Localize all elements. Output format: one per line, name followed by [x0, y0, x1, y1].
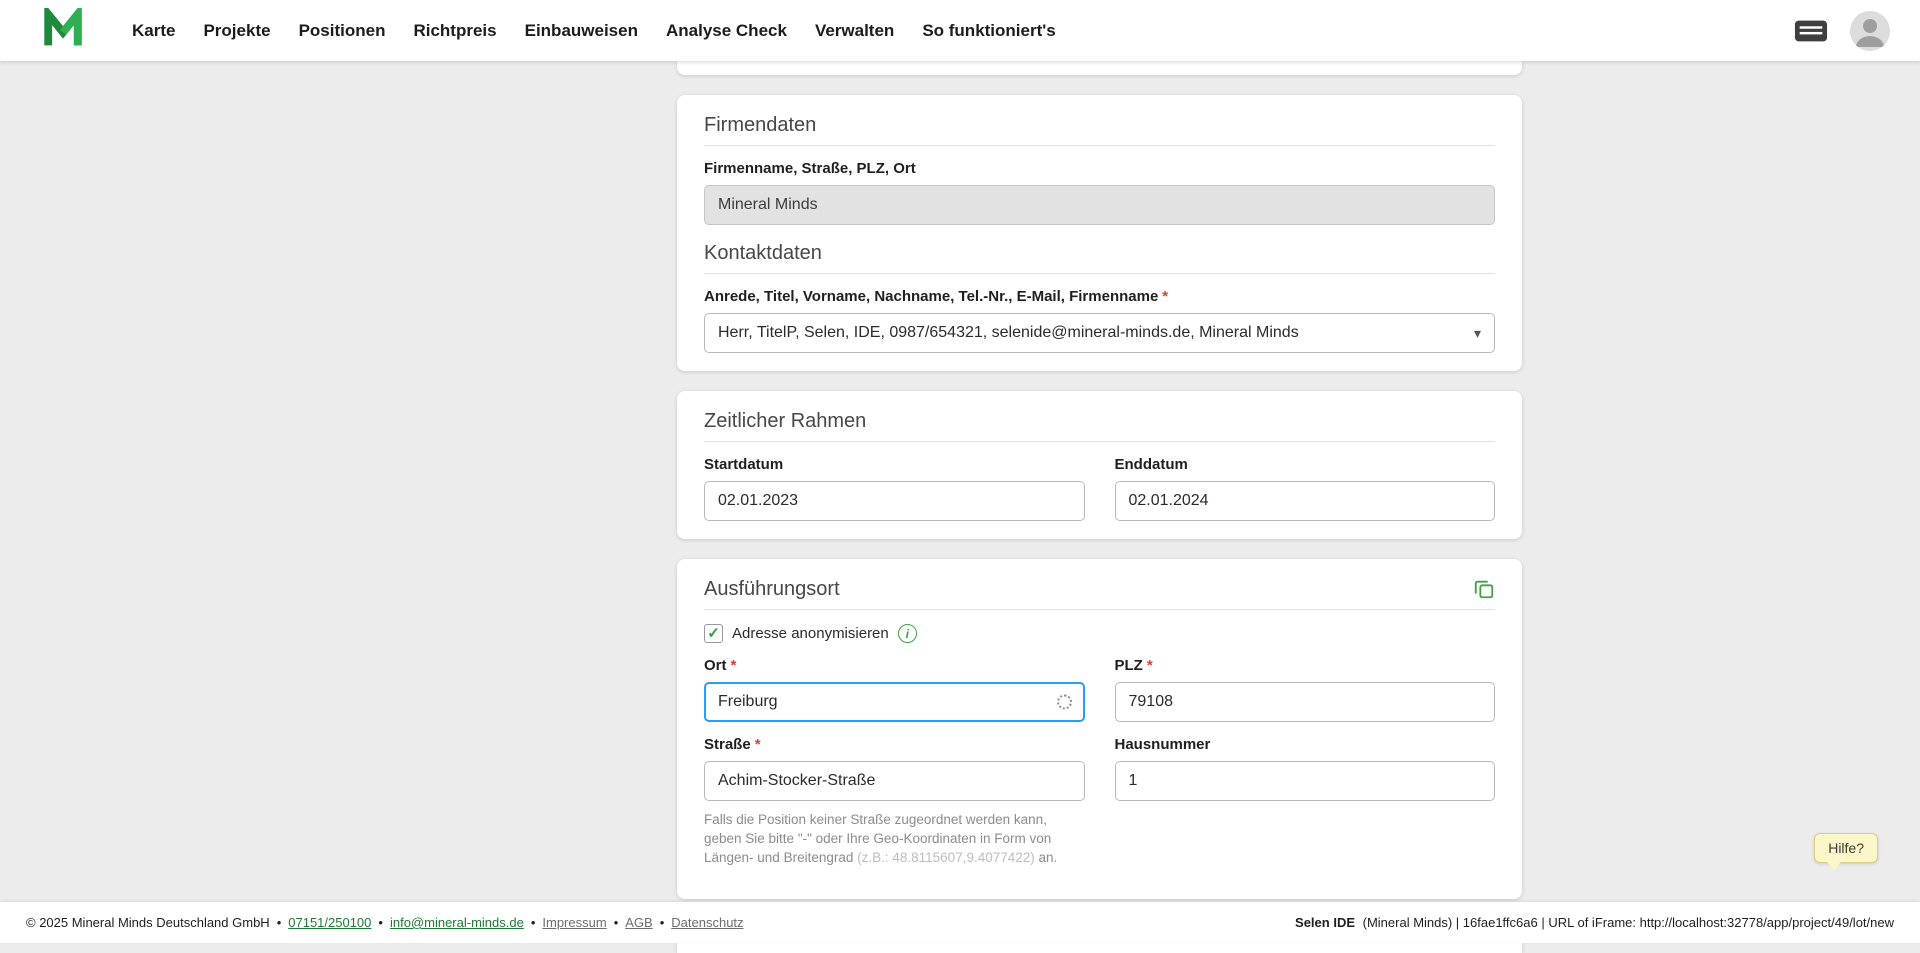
copyright-text: © 2025 Mineral Minds Deutschland GmbH: [26, 915, 270, 930]
plz-label-text: PLZ: [1115, 657, 1143, 674]
ort-label: Ort*: [704, 657, 1085, 675]
kontaktdaten-title: Kontaktdaten: [704, 241, 1495, 265]
strasse-label-text: Straße: [704, 736, 751, 753]
loading-spinner-icon: [1057, 695, 1072, 710]
email-link[interactable]: info@mineral-minds.de: [390, 915, 524, 930]
nav-item-positionen[interactable]: Positionen: [299, 21, 386, 41]
strasse-hint-suffix: an.: [1035, 850, 1058, 865]
kontakt-select-value: Herr, TitelP, Selen, IDE, 0987/654321, s…: [718, 324, 1299, 342]
logo[interactable]: [42, 8, 84, 53]
plz-label: PLZ*: [1115, 657, 1496, 675]
checkmark-icon: ✓: [707, 626, 720, 641]
anonymize-label: Adresse anonymisieren: [732, 625, 889, 642]
user-avatar-icon[interactable]: [1850, 11, 1890, 51]
nav-item-verwalten[interactable]: Verwalten: [815, 21, 894, 41]
required-asterisk: *: [755, 736, 761, 753]
hausnummer-field[interactable]: [1115, 761, 1496, 801]
firmenname-label-text: Firmenname, Straße, PLZ, Ort: [704, 160, 916, 177]
divider: [704, 273, 1495, 274]
separator: •: [660, 915, 665, 930]
datenschutz-link[interactable]: Datenschutz: [671, 915, 743, 930]
ort-label-text: Ort: [704, 657, 727, 674]
ide-name: Selen IDE: [1295, 915, 1355, 930]
card-fragment-top: [677, 61, 1522, 75]
nav-right: [1794, 11, 1890, 51]
zeitraum-title: Zeitlicher Rahmen: [704, 409, 1495, 433]
ausfuehrungsort-title: Ausführungsort: [704, 577, 840, 601]
nav-item-so-funktionierts[interactable]: So funktioniert's: [922, 21, 1055, 41]
separator: •: [378, 915, 383, 930]
enddatum-label-text: Enddatum: [1115, 456, 1188, 473]
main-content: Firmendaten Firmenname, Straße, PLZ, Ort…: [677, 61, 1522, 953]
startdatum-label: Startdatum: [704, 456, 1085, 474]
firmenname-field: [704, 185, 1495, 225]
nav-menu: Karte Projekte Positionen Richtpreis Ein…: [132, 21, 1056, 41]
strasse-hint: Falls die Position keiner Straße zugeord…: [704, 810, 1085, 867]
ort-field[interactable]: [704, 682, 1085, 722]
separator: •: [614, 915, 619, 930]
firmendaten-title: Firmendaten: [704, 113, 1495, 137]
divider: [704, 609, 1495, 610]
chevron-down-icon: ▾: [1474, 325, 1481, 342]
separator: •: [277, 915, 282, 930]
startdatum-label-text: Startdatum: [704, 456, 783, 473]
strasse-label: Straße*: [704, 736, 1085, 754]
anonymize-row: ✓ Adresse anonymisieren i: [704, 624, 1495, 643]
hausnummer-label: Hausnummer: [1115, 736, 1496, 754]
strasse-field[interactable]: [704, 761, 1085, 801]
kontakt-select[interactable]: Herr, TitelP, Selen, IDE, 0987/654321, s…: [704, 313, 1495, 353]
info-icon[interactable]: i: [898, 624, 917, 643]
anonymize-checkbox[interactable]: ✓: [704, 624, 723, 643]
required-asterisk: *: [1147, 657, 1153, 674]
copy-icon[interactable]: [1473, 578, 1495, 600]
help-button[interactable]: Hilfe?: [1814, 833, 1878, 863]
enddatum-label: Enddatum: [1115, 456, 1496, 474]
plz-field[interactable]: [1115, 682, 1496, 722]
agb-link[interactable]: AGB: [625, 915, 652, 930]
kontakt-label: Anrede, Titel, Vorname, Nachname, Tel.-N…: [704, 288, 1495, 306]
separator: •: [531, 915, 536, 930]
strasse-hint-coords: (z.B.: 48.8115607,9.4077422): [857, 850, 1035, 865]
startdatum-field[interactable]: [704, 481, 1085, 521]
nav-item-analyse-check[interactable]: Analyse Check: [666, 21, 787, 41]
footer-left: © 2025 Mineral Minds Deutschland GmbH • …: [26, 915, 744, 930]
required-asterisk: *: [731, 657, 737, 674]
firmenname-label: Firmenname, Straße, PLZ, Ort: [704, 160, 1495, 178]
top-nav: Karte Projekte Positionen Richtpreis Ein…: [0, 0, 1920, 61]
divider: [704, 145, 1495, 146]
footer: © 2025 Mineral Minds Deutschland GmbH • …: [0, 902, 1920, 943]
nav-item-projekte[interactable]: Projekte: [203, 21, 270, 41]
hausnummer-label-text: Hausnummer: [1115, 736, 1211, 753]
footer-status: Selen IDE (Mineral Minds) | 16fae1ffc6a6…: [1295, 915, 1894, 930]
server-icon[interactable]: [1794, 18, 1828, 44]
ausfuehrungsort-card: Ausführungsort ✓ Adresse anonymisieren i…: [677, 559, 1522, 899]
firmendaten-card: Firmendaten Firmenname, Straße, PLZ, Ort…: [677, 95, 1522, 371]
enddatum-field[interactable]: [1115, 481, 1496, 521]
ide-details: (Mineral Minds) | 16fae1ffc6a6 | URL of …: [1363, 915, 1894, 930]
brand-logo-icon: [42, 8, 84, 53]
kontakt-label-text: Anrede, Titel, Vorname, Nachname, Tel.-N…: [704, 288, 1158, 305]
ort-field-wrap: [704, 682, 1085, 722]
nav-item-richtpreis[interactable]: Richtpreis: [413, 21, 496, 41]
zeitraum-card: Zeitlicher Rahmen Startdatum Enddatum: [677, 391, 1522, 539]
required-asterisk: *: [1162, 288, 1168, 305]
nav-item-einbauweisen[interactable]: Einbauweisen: [525, 21, 638, 41]
nav-item-karte[interactable]: Karte: [132, 21, 175, 41]
phone-link[interactable]: 07151/250100: [288, 915, 371, 930]
impressum-link[interactable]: Impressum: [542, 915, 606, 930]
